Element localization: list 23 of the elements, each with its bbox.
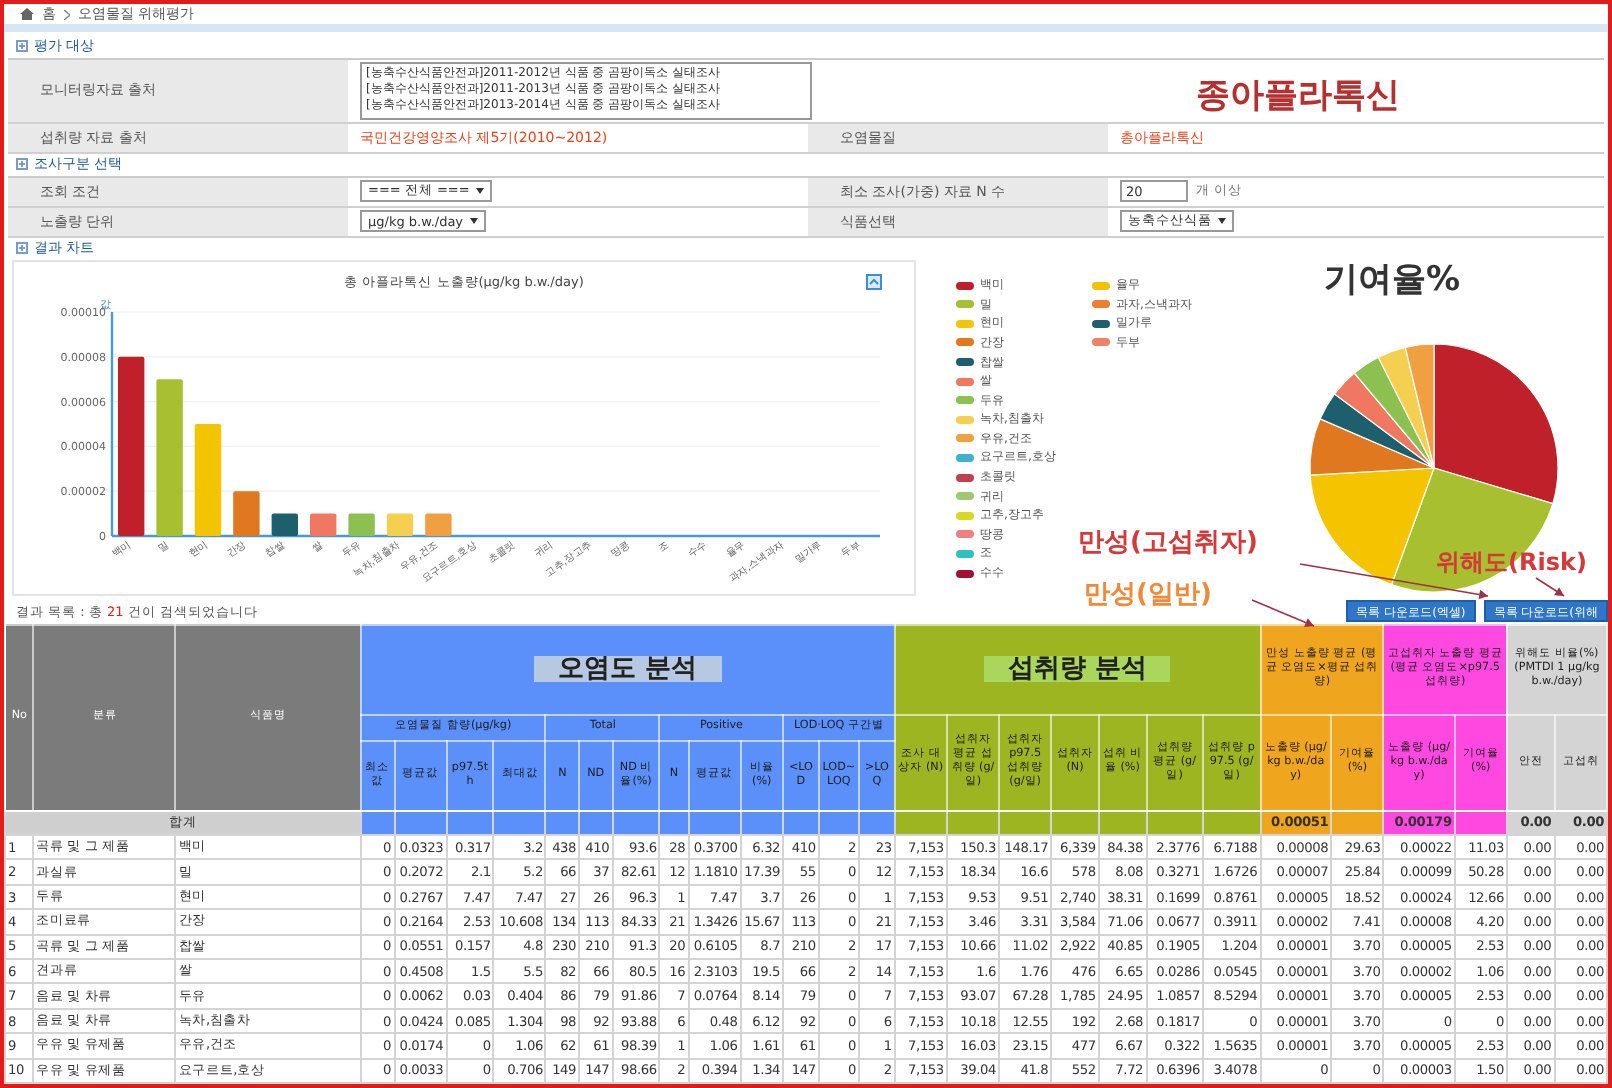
bar [233, 490, 260, 536]
bar [348, 513, 375, 536]
export-icon[interactable] [866, 273, 882, 290]
caret-icon [469, 218, 478, 225]
caret-icon [1218, 218, 1226, 225]
section-icon [16, 40, 28, 53]
bar [271, 513, 298, 536]
group-title: 섭취량 분석 [983, 656, 1171, 683]
bar [310, 513, 337, 536]
leader-line [1535, 577, 1565, 597]
section-icon [16, 242, 28, 255]
annotation-text: 만성(고섭취자) [1078, 526, 1258, 560]
annotation-title: 기여율% [1324, 258, 1461, 302]
section-icon [16, 158, 28, 171]
home-icon [20, 8, 34, 21]
bar [386, 513, 414, 536]
bar [194, 423, 222, 536]
caret-icon [475, 188, 484, 195]
bar [425, 513, 452, 536]
group-title: 오염도 분석 [534, 656, 722, 683]
annotation-text: 만성(일반) [1084, 578, 1212, 612]
annotation-title: 종아플라톡신 [1196, 74, 1400, 118]
chevron-icon [64, 9, 70, 20]
